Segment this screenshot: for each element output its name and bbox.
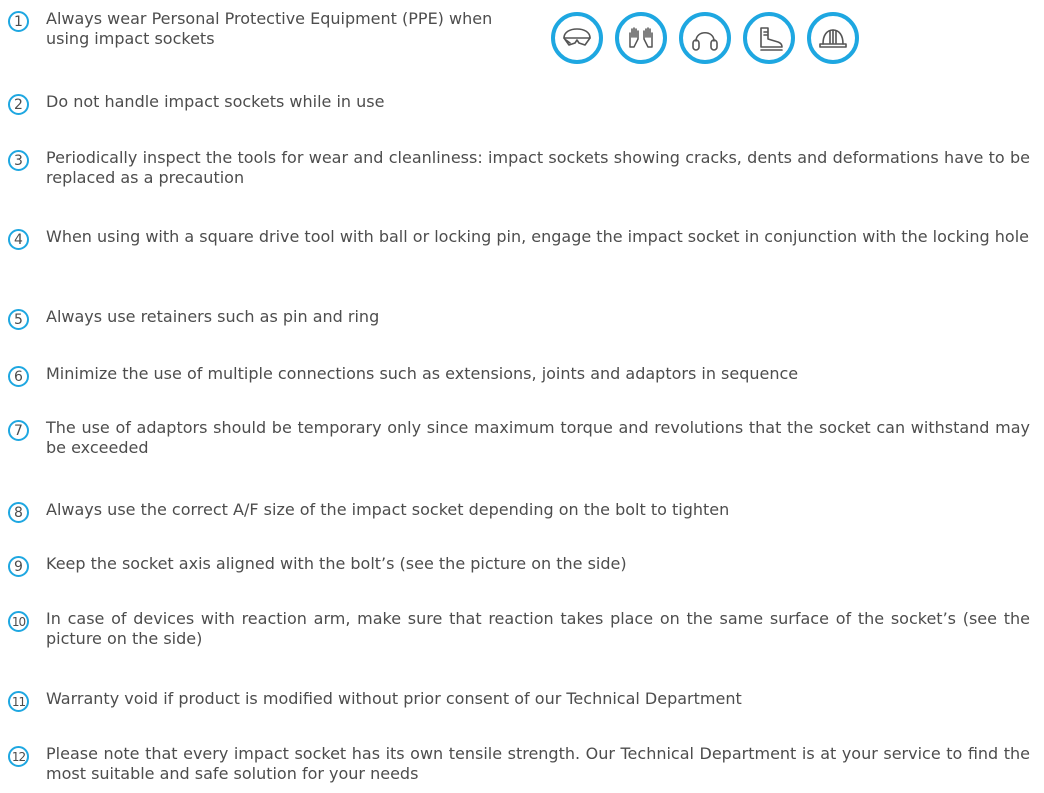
item-number-badge: 3 [8,150,29,171]
list-item-11: 11 Warranty void if product is modified … [8,689,1030,712]
ppe-icon-row [551,12,859,64]
item-text: Always use the correct A/F size of the i… [46,500,730,519]
list-item-5: 5 Always use retainers such as pin and r… [8,307,1030,330]
list-item-3: 3 Periodically inspect the tools for wea… [8,148,1030,188]
item-number-badge: 8 [8,502,29,523]
safety-boot-icon [743,12,795,64]
item-text: The use of adaptors should be temporary … [46,418,1030,457]
list-item-1: 1 Always wear Personal Protective Equipm… [8,9,1030,49]
item-text: Do not handle impact sockets while in us… [46,92,385,111]
list-item-7: 7 The use of adaptors should be temporar… [8,418,1030,458]
item-text: When using with a square drive tool with… [46,227,1029,246]
safety-glasses-icon [551,12,603,64]
item-number-badge: 7 [8,420,29,441]
list-item-12: 12 Please note that every impact socket … [8,744,1030,784]
item-text: Always wear Personal Protective Equipmen… [46,9,493,48]
item-number-badge: 10 [8,611,29,632]
item-number-badge: 4 [8,229,29,250]
item-text: Minimize the use of multiple connections… [46,364,799,383]
list-item-8: 8 Always use the correct A/F size of the… [8,500,1030,523]
list-item-10: 10 In case of devices with reaction arm,… [8,609,1030,649]
item-number-badge: 1 [8,11,29,32]
item-text: Please note that every impact socket has… [46,744,1030,783]
item-number-badge: 2 [8,94,29,115]
list-item-6: 6 Minimize the use of multiple connectio… [8,364,1030,387]
item-number-badge: 12 [8,746,29,767]
list-item-2: 2 Do not handle impact sockets while in … [8,92,1030,115]
item-number-badge: 11 [8,691,29,712]
item-text: Periodically inspect the tools for wear … [46,148,1030,187]
item-text: Keep the socket axis aligned with the bo… [46,554,627,573]
list-item-4: 4 When using with a square drive tool wi… [8,227,1030,250]
ear-protection-icon [679,12,731,64]
item-number-badge: 9 [8,556,29,577]
hard-hat-icon [807,12,859,64]
gloves-icon [615,12,667,64]
item-text: In case of devices with reaction arm, ma… [46,609,1030,648]
list-item-9: 9 Keep the socket axis aligned with the … [8,554,1030,577]
item-number-badge: 6 [8,366,29,387]
item-number-badge: 5 [8,309,29,330]
item-text: Always use retainers such as pin and rin… [46,307,380,326]
item-text: Warranty void if product is modified wit… [46,689,742,708]
